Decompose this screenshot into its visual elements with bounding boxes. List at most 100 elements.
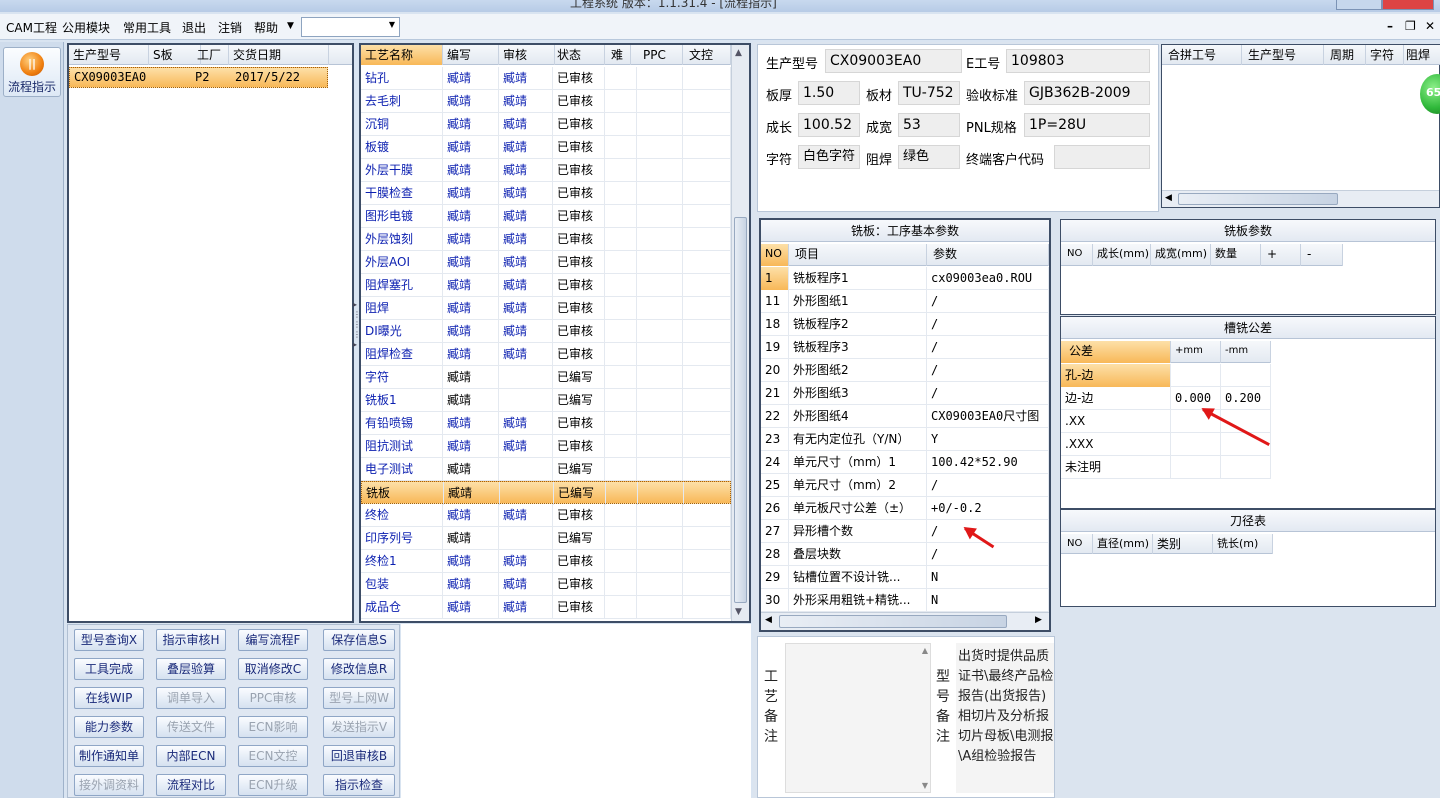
material-field[interactable]: TU-752 — [898, 81, 960, 105]
table-row[interactable]: 阻焊检查 臧靖 臧靖 已审核 — [361, 343, 731, 366]
thickness-field[interactable]: 1.50 — [798, 81, 860, 105]
menu-tools[interactable]: 常用工具 — [123, 19, 171, 36]
action-button[interactable]: 指示审核H — [156, 629, 226, 651]
table-row[interactable]: 外层蚀刻 臧靖 臧靖 已审核 — [361, 228, 731, 251]
hscroll-thumb[interactable] — [1178, 193, 1338, 205]
action-button[interactable]: 型号查询X — [74, 629, 144, 651]
model-field[interactable]: CX09003EA0 — [825, 49, 962, 73]
customer-field[interactable] — [1054, 145, 1150, 169]
action-button[interactable]: 制作通知单 — [74, 745, 144, 767]
table-row[interactable]: 29 钻槽位置不设计铣... N — [761, 566, 1049, 589]
table-row[interactable]: CX09003EA0 P2 2017/5/22 — [69, 67, 328, 88]
model-remarks-textarea[interactable]: 出货时提供品质 证书\最终产品检 报告(出货报告) 相切片及分析报 切片母板\电… — [956, 643, 1054, 793]
table-row[interactable]: 干膜检查 臧靖 臧靖 已审核 — [361, 182, 731, 205]
table-row[interactable]: 包装 臧靖 臧靖 已审核 — [361, 573, 731, 596]
table-row[interactable]: 30 外形采用粗铣+精铣... N — [761, 589, 1049, 612]
width-field[interactable]: 53 — [898, 113, 960, 137]
table-row[interactable]: 26 单元板尺寸公差（±） +0/-0.2 — [761, 497, 1049, 520]
mdi-restore-icon[interactable]: ❐ — [1405, 19, 1416, 33]
action-button[interactable]: 能力参数 — [74, 716, 144, 738]
scroll-down-icon[interactable]: ▼ — [735, 607, 742, 617]
toolbar-combo[interactable]: ▼ — [301, 17, 400, 37]
action-button[interactable]: ECN升级 — [238, 774, 308, 796]
table-row[interactable]: 铣板1 臧靖 已编写 — [361, 389, 731, 412]
table-row[interactable]: 阻抗测试 臧靖 臧靖 已审核 — [361, 435, 731, 458]
table-row[interactable]: 外层AOI 臧靖 臧靖 已审核 — [361, 251, 731, 274]
merge-hscrollbar[interactable]: ◀ — [1162, 190, 1439, 207]
col-board-length[interactable]: 成长(mm) — [1093, 244, 1151, 266]
col-reviewer[interactable]: 审核 — [499, 45, 555, 65]
action-button[interactable]: 发送指示V — [323, 716, 395, 738]
table-row[interactable]: 沉铜 臧靖 臧靖 已审核 — [361, 113, 731, 136]
col-no[interactable]: NO — [761, 244, 789, 266]
table-row[interactable]: 图形电镀 臧靖 臧靖 已审核 — [361, 205, 731, 228]
flow-indicator-button[interactable]: || 流程指示 — [3, 47, 61, 97]
table-row[interactable]: 孔-边 — [1061, 364, 1271, 387]
table-row[interactable]: 字符 臧靖 已编写 — [361, 366, 731, 389]
menu-exit[interactable]: 退出 — [182, 19, 206, 36]
col-difficulty[interactable]: 难 — [607, 45, 631, 65]
menu-help[interactable]: 帮助 — [254, 19, 278, 36]
action-button[interactable]: 传送文件 — [156, 716, 226, 738]
scroll-thumb[interactable] — [734, 217, 747, 603]
action-button[interactable]: 叠层验算 — [156, 658, 226, 680]
scroll-left-icon[interactable]: ◀ — [1165, 193, 1172, 203]
char-field[interactable]: 白色字符 — [798, 145, 860, 169]
col-board-qty[interactable]: 数量 — [1211, 244, 1261, 266]
table-row[interactable]: 19 铣板程序3/ — [761, 336, 1049, 359]
col-merge-cycle[interactable]: 周期 — [1324, 45, 1366, 65]
action-button[interactable]: 保存信息S — [323, 629, 395, 651]
table-row[interactable]: 终检1 臧靖 臧靖 已审核 — [361, 550, 731, 573]
mill-hscrollbar[interactable]: ◀ ▶ — [761, 612, 1049, 630]
col-writer[interactable]: 编写 — [443, 45, 499, 65]
action-button[interactable]: 接外调资料 — [74, 774, 144, 796]
action-button[interactable]: PPC审核 — [238, 687, 308, 709]
table-row[interactable]: 1 铣板程序1 cx09003ea0.ROU — [761, 267, 1049, 290]
table-row[interactable]: 20 外形图纸2/ — [761, 359, 1049, 382]
process-remarks-textarea[interactable]: ▲ ▼ — [785, 643, 931, 793]
standard-field[interactable]: GJB362B-2009 — [1024, 81, 1150, 105]
col-tolerance[interactable]: 公差 — [1061, 341, 1171, 363]
action-button[interactable]: 内部ECN — [156, 745, 226, 767]
menu-logout[interactable]: 注销 — [218, 19, 242, 36]
table-row[interactable]: 25 单元尺寸（mm）2/ — [761, 474, 1049, 497]
col-minus-mm[interactable]: -mm — [1221, 341, 1271, 363]
table-row[interactable]: DI曝光 臧靖 臧靖 已审核 — [361, 320, 731, 343]
e-no-field[interactable]: 109803 — [1006, 49, 1150, 73]
table-row[interactable]: 28 叠层块数 / — [761, 543, 1049, 566]
col-plus-mm[interactable]: +mm — [1171, 341, 1221, 363]
col-tool-type[interactable]: 类别 — [1153, 534, 1213, 554]
action-button[interactable]: 修改信息R — [323, 658, 395, 680]
col-due-date[interactable]: 交货日期 — [229, 45, 329, 65]
col-ppc[interactable]: PPC — [639, 45, 683, 65]
menu-dropdown-icon[interactable]: ▼ — [287, 21, 294, 31]
close-window-button[interactable] — [1382, 0, 1434, 10]
table-row[interactable]: 21 外形图纸3/ — [761, 382, 1049, 405]
menu-cam[interactable]: CAM工程 — [6, 19, 57, 36]
action-button[interactable]: 取消修改C — [238, 658, 308, 680]
table-row[interactable]: 阻焊塞孔 臧靖 臧靖 已审核 — [361, 274, 731, 297]
scroll-up-icon[interactable]: ▲ — [922, 646, 928, 655]
scroll-left-icon[interactable]: ◀ — [765, 615, 772, 625]
table-row[interactable]: 成品仓 臧靖 臧靖 已审核 — [361, 596, 731, 619]
mdi-minimize-icon[interactable]: – — [1387, 19, 1393, 33]
table-row[interactable]: 印序列号 臧靖 已编写 — [361, 527, 731, 550]
col-tool-no[interactable]: NO — [1061, 534, 1093, 554]
col-board-no[interactable]: NO — [1061, 244, 1093, 266]
table-row[interactable]: 23 有无内定位孔（Y/N） Y — [761, 428, 1049, 451]
pnl-field[interactable]: 1P=28U — [1024, 113, 1150, 137]
process-scrollbar[interactable]: ▲ ▼ — [731, 45, 749, 621]
action-button[interactable]: 在线WIP — [74, 687, 144, 709]
menu-public[interactable]: 公用模块 — [62, 19, 110, 36]
minimize-button[interactable] — [1336, 0, 1382, 10]
action-button[interactable]: 调单导入 — [156, 687, 226, 709]
table-row[interactable]: 18 铣板程序2/ — [761, 313, 1049, 336]
hscroll-thumb[interactable] — [779, 615, 1007, 628]
col-param[interactable]: 参数 — [927, 244, 1049, 266]
action-button[interactable]: 回退审核B — [323, 745, 395, 767]
col-item[interactable]: 项目 — [789, 244, 927, 266]
table-row[interactable]: 终检 臧靖 臧靖 已审核 — [361, 504, 731, 527]
col-tool-length[interactable]: 铣长(m) — [1213, 534, 1273, 554]
col-merge-model[interactable]: 生产型号 — [1242, 45, 1324, 65]
table-row[interactable]: 铣板 臧靖 已编写 — [361, 481, 732, 505]
